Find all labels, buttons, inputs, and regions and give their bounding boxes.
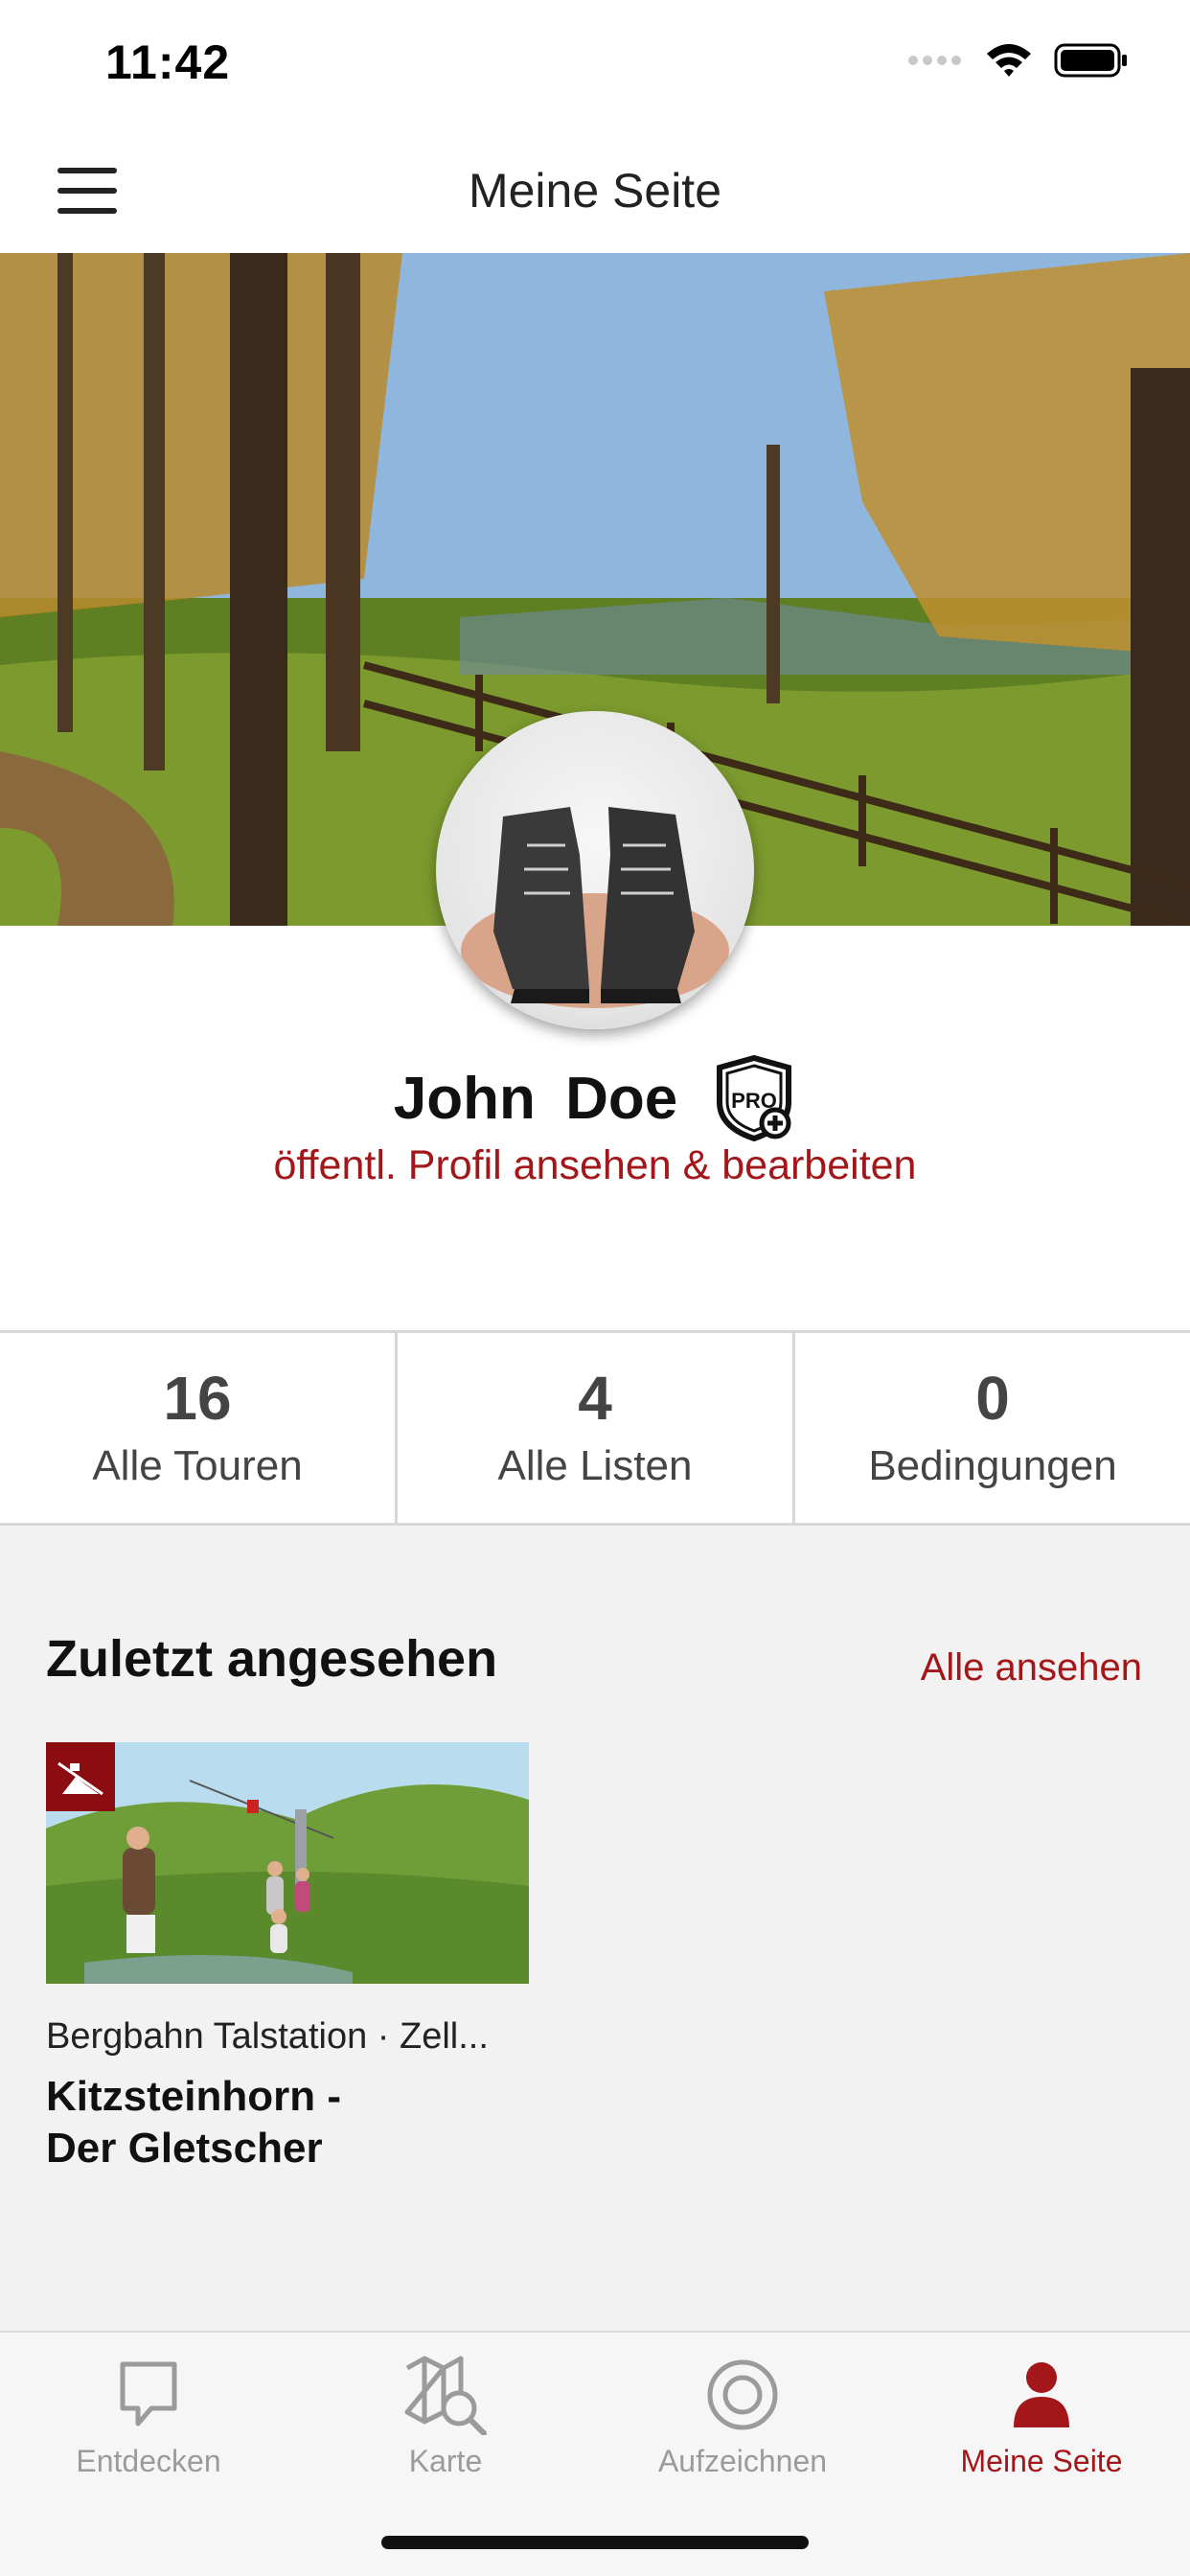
tour-image bbox=[46, 1742, 529, 1984]
stat-all-lists[interactable]: 4 Alle Listen bbox=[398, 1333, 795, 1523]
page-title: Meine Seite bbox=[468, 164, 722, 218]
stat-label: Bedingungen bbox=[868, 1442, 1117, 1489]
tour-title: Kitzsteinhorn - Der Gletscher bbox=[46, 2071, 529, 2174]
tour-card[interactable]: Bergbahn Talstation · Zell... Kitzsteinh… bbox=[46, 1742, 529, 2174]
tab-meine-seite[interactable]: Meine Seite bbox=[893, 2352, 1190, 2479]
tour-title-line: Kitzsteinhorn - bbox=[46, 2073, 341, 2120]
status-time: 11:42 bbox=[105, 35, 231, 89]
tab-aufzeichnen[interactable]: Aufzeichnen bbox=[594, 2352, 891, 2479]
tab-entdecken[interactable]: Entdecken bbox=[0, 2352, 297, 2479]
avatar[interactable] bbox=[436, 711, 754, 1029]
app-header: Meine Seite bbox=[0, 128, 1190, 253]
stat-label: Alle Touren bbox=[92, 1442, 303, 1489]
tab-label: Aufzeichnen bbox=[657, 2444, 828, 2478]
wifi-icon bbox=[987, 44, 1031, 77]
home-indicator[interactable] bbox=[381, 2536, 809, 2549]
stat-value: 16 bbox=[163, 1364, 232, 1433]
stat-conditions[interactable]: 0 Bedingungen bbox=[795, 1333, 1190, 1523]
recently-viewed-title: Zuletzt angesehen bbox=[46, 1630, 498, 1688]
status-bar: 11:42 bbox=[0, 0, 1190, 128]
stat-value: 0 bbox=[975, 1364, 1010, 1433]
profile-name: John Doe bbox=[394, 1065, 677, 1133]
stat-value: 4 bbox=[578, 1364, 612, 1433]
discover-icon bbox=[120, 2361, 177, 2426]
stat-all-tours[interactable]: 16 Alle Touren bbox=[0, 1333, 398, 1523]
tour-photo-illustration bbox=[46, 1742, 529, 1984]
hiking-boots-illustration bbox=[461, 807, 729, 1008]
tour-title-line: Der Gletscher bbox=[46, 2124, 323, 2172]
record-icon bbox=[707, 2359, 778, 2430]
person-icon bbox=[1014, 2362, 1069, 2427]
last-name: Doe bbox=[565, 1065, 678, 1132]
status-icons bbox=[906, 42, 1129, 79]
map-search-icon bbox=[404, 2356, 487, 2435]
tab-label: Meine Seite bbox=[960, 2444, 1123, 2478]
tab-label: Entdecken bbox=[76, 2444, 221, 2478]
tour-location: Bergbahn Talstation · Zell... bbox=[46, 2016, 489, 2057]
profile-name-row: John Doe PRO bbox=[0, 1054, 1190, 1142]
see-all-link[interactable]: Alle ansehen bbox=[921, 1646, 1142, 1690]
cable-car-icon bbox=[57, 1761, 103, 1796]
tab-karte[interactable]: Karte bbox=[297, 2352, 594, 2479]
category-badge bbox=[46, 1742, 115, 1811]
stat-label: Alle Listen bbox=[497, 1442, 693, 1489]
battery-icon bbox=[1054, 43, 1127, 78]
tab-label: Karte bbox=[408, 2444, 483, 2478]
signal-icon bbox=[908, 56, 961, 65]
first-name: John bbox=[393, 1065, 536, 1132]
edit-public-profile-link[interactable]: öffentl. Profil ansehen & bearbeiten bbox=[0, 1142, 1190, 1189]
stats-bar: 16 Alle Touren 4 Alle Listen 0 Bedingung… bbox=[0, 1330, 1190, 1526]
pro-badge-icon: PRO bbox=[717, 1054, 792, 1142]
